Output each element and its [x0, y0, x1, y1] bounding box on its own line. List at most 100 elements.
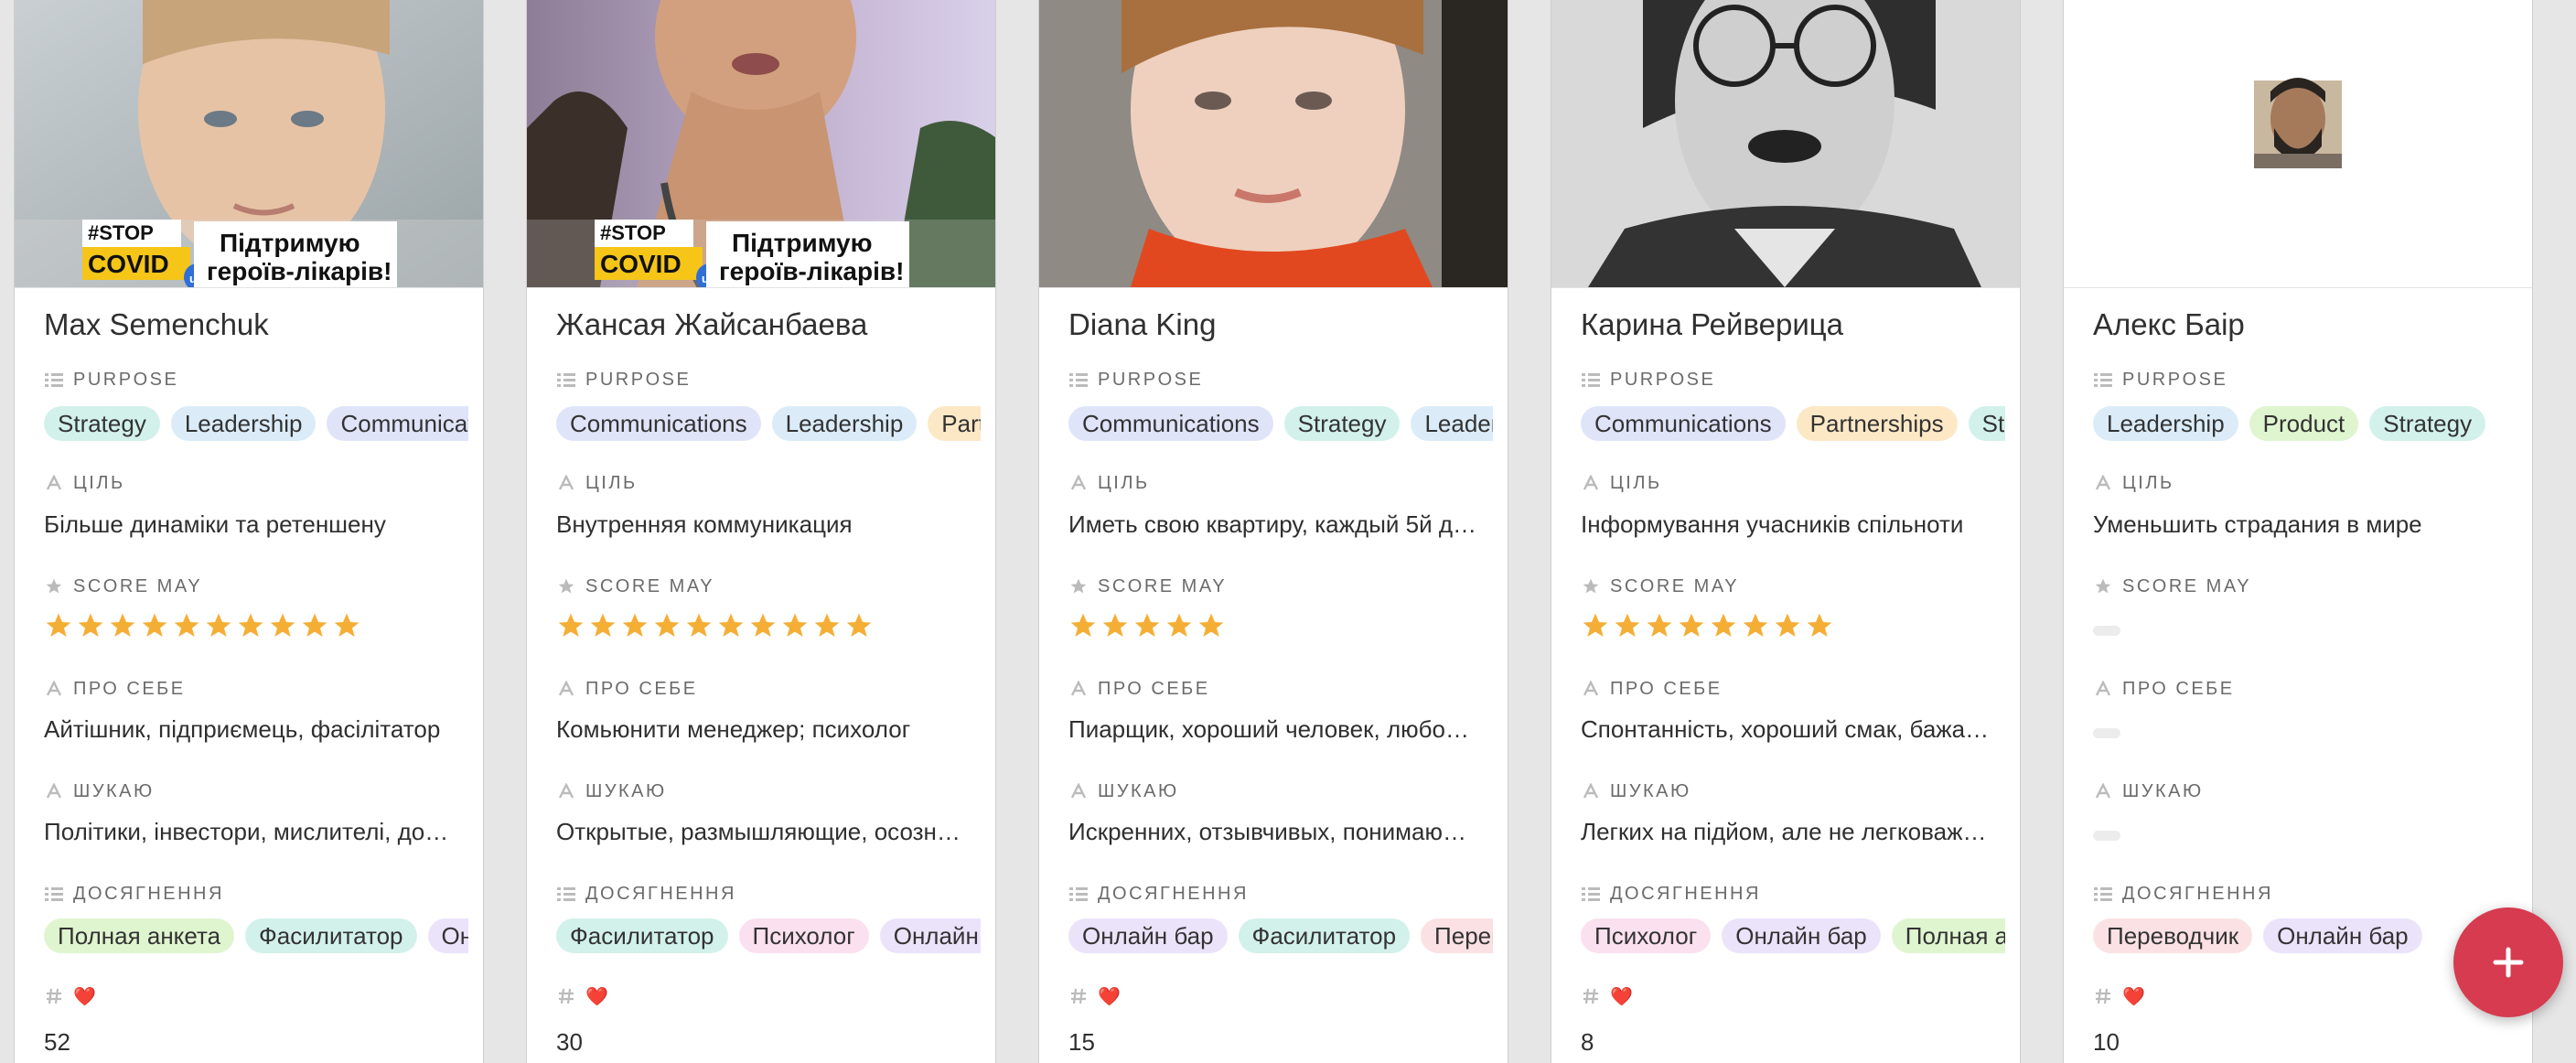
star-icon — [556, 576, 576, 596]
number-icon — [1581, 986, 1601, 1006]
svg-text:Підтримую: Підтримую — [732, 229, 873, 257]
likes-count: 52 — [44, 1028, 70, 1056]
achievement-tags: Полная анкета Фасилитатор Онлайн бар — [44, 918, 468, 955]
achievement-tags: Переводчик Онлайн бар — [2093, 918, 2517, 955]
star-icon — [1068, 576, 1089, 596]
tag: Communications — [327, 406, 468, 441]
text-field-icon — [556, 679, 576, 699]
list-icon — [2093, 370, 2113, 390]
text-field-icon — [556, 781, 576, 801]
tag: Психолог — [738, 918, 869, 953]
score-label: SCORE MAY — [2093, 574, 2514, 598]
record-card[interactable]: Diana King PURPOSE Communications Strate… — [1039, 0, 1508, 1063]
cover-photo: #STOP COVID ua Підтримую героїв-лікарів! — [15, 0, 483, 288]
number-icon — [2093, 986, 2113, 1006]
tag: Психолог — [1581, 918, 1712, 953]
looking-value: Открытые, размышляющие, осознанные — [556, 818, 968, 845]
rating-stars[interactable] — [556, 611, 874, 642]
cover-photo: #STOP COVID ua Підтримую героїв-лікарів! — [527, 0, 995, 288]
tag: Полная анкета — [44, 918, 235, 953]
achievements-label: ДОСЯГНЕННЯ — [556, 882, 977, 906]
avatar — [2254, 78, 2342, 168]
list-icon — [556, 370, 576, 390]
text-field-icon — [1068, 781, 1089, 801]
rating-stars[interactable] — [44, 611, 361, 642]
tag: Partnerships — [928, 406, 981, 441]
text-field-icon — [1068, 679, 1089, 699]
empty-about — [2093, 728, 2120, 738]
tag: Фасилитатор — [1238, 918, 1411, 953]
text-field-icon — [2093, 473, 2113, 493]
achievement-tags: Психолог Онлайн бар Полная анкета — [1581, 918, 2005, 955]
goal-label: ЦІЛЬ — [44, 471, 465, 495]
record-card[interactable]: #STOP COVID ua Підтримую героїв-лікарів!… — [527, 0, 995, 1063]
tag: Онлайн бар — [1722, 918, 1881, 953]
record-card[interactable]: Алекс Баір PURPOSE Leadership Product St… — [2064, 0, 2532, 1063]
tag: Фасилитатор — [245, 918, 417, 953]
tag: Product — [2249, 406, 2359, 441]
tag: Полная анкета — [1891, 918, 2005, 953]
tag: Strategy — [2369, 406, 2486, 441]
purpose-tags: Communications Partnerships Strategy — [1581, 406, 2005, 443]
cover-photo — [2064, 0, 2532, 288]
likes-label: ❤️ — [1581, 984, 2002, 1008]
card-title: Diana King — [1068, 307, 1217, 341]
number-icon — [1068, 986, 1089, 1006]
tag: Онлайн бар — [1068, 918, 1228, 953]
svg-text:героїв-лікарів!: героїв-лікарів! — [207, 257, 392, 285]
about-value: Пиарщик, хороший человек, любопытный — [1068, 715, 1480, 743]
record-card[interactable]: Карина Рейверица PURPOSE Communications … — [1551, 0, 2020, 1063]
text-field-icon — [556, 473, 576, 493]
star-icon — [44, 576, 64, 596]
goal-label: ЦІЛЬ — [556, 471, 977, 495]
list-icon — [2093, 884, 2113, 904]
looking-value: Політики, інвестори, мислителі, дослідни… — [44, 818, 456, 845]
purpose-label: PURPOSE — [1581, 368, 2002, 392]
goal-label: ЦІЛЬ — [1581, 471, 2002, 495]
achievement-tags: Фасилитатор Психолог Онлайн бар — [556, 918, 981, 955]
purpose-tags: Communications Strategy Leadership — [1068, 406, 1493, 443]
tag: Strategy — [1283, 406, 1401, 441]
plus-icon — [2493, 947, 2524, 978]
empty-looking — [2093, 831, 2120, 841]
cover-photo — [1039, 0, 1508, 288]
score-label: SCORE MAY — [556, 574, 977, 598]
star-icon — [1581, 576, 1601, 596]
likes-label: ❤️ — [44, 984, 465, 1008]
rating-stars[interactable] — [1068, 611, 1226, 642]
card-title: Max Semenchuk — [44, 307, 269, 341]
goal-value: Більше динаміки та ретеншену — [44, 510, 386, 538]
looking-value: Искренних, отзывчивых, понимающих — [1068, 818, 1480, 845]
tag: Онлайн бар — [2263, 918, 2422, 953]
number-icon — [44, 986, 64, 1006]
looking-label: ШУКАЮ — [556, 779, 977, 803]
purpose-label: PURPOSE — [556, 368, 977, 392]
purpose-tags: Communications Leadership Partnerships — [556, 406, 981, 443]
purpose-label: PURPOSE — [1068, 368, 1489, 392]
score-label: SCORE MAY — [1068, 574, 1489, 598]
about-label: ПРО СЕБЕ — [44, 677, 465, 701]
heart-icon: ❤️ — [1610, 986, 1633, 1007]
tag: Communications — [1581, 406, 1786, 441]
add-record-button[interactable] — [2453, 907, 2563, 1017]
about-value: Айтішник, підприємець, фасілітатор — [44, 715, 441, 743]
tag: Strategy — [1968, 406, 2005, 441]
likes-count: 10 — [2093, 1028, 2120, 1056]
score-label: SCORE MAY — [44, 574, 465, 598]
looking-value: Легких на підйом, але не легковажних — [1581, 818, 1992, 845]
tag: Онлайн бар — [879, 918, 981, 953]
text-field-icon — [44, 679, 64, 699]
svg-text:Підтримую: Підтримую — [220, 229, 360, 257]
likes-label: ❤️ — [1068, 984, 1489, 1008]
svg-text:COVID: COVID — [600, 250, 682, 278]
record-card[interactable]: #STOP COVID ua Підтримую героїв-лікарів!… — [15, 0, 483, 1063]
rating-stars[interactable] — [1581, 611, 1834, 642]
tag: Фасилитатор — [556, 918, 728, 953]
list-icon — [44, 370, 64, 390]
tag: Переводчик — [2093, 918, 2253, 953]
empty-score — [2093, 626, 2120, 636]
goal-value: Иметь свою квартиру, каждый 5й день — [1068, 510, 1480, 538]
likes-count: 15 — [1068, 1028, 1095, 1056]
achievements-label: ДОСЯГНЕННЯ — [44, 882, 465, 906]
goal-value: Інформування учасників спільноти — [1581, 510, 1964, 538]
